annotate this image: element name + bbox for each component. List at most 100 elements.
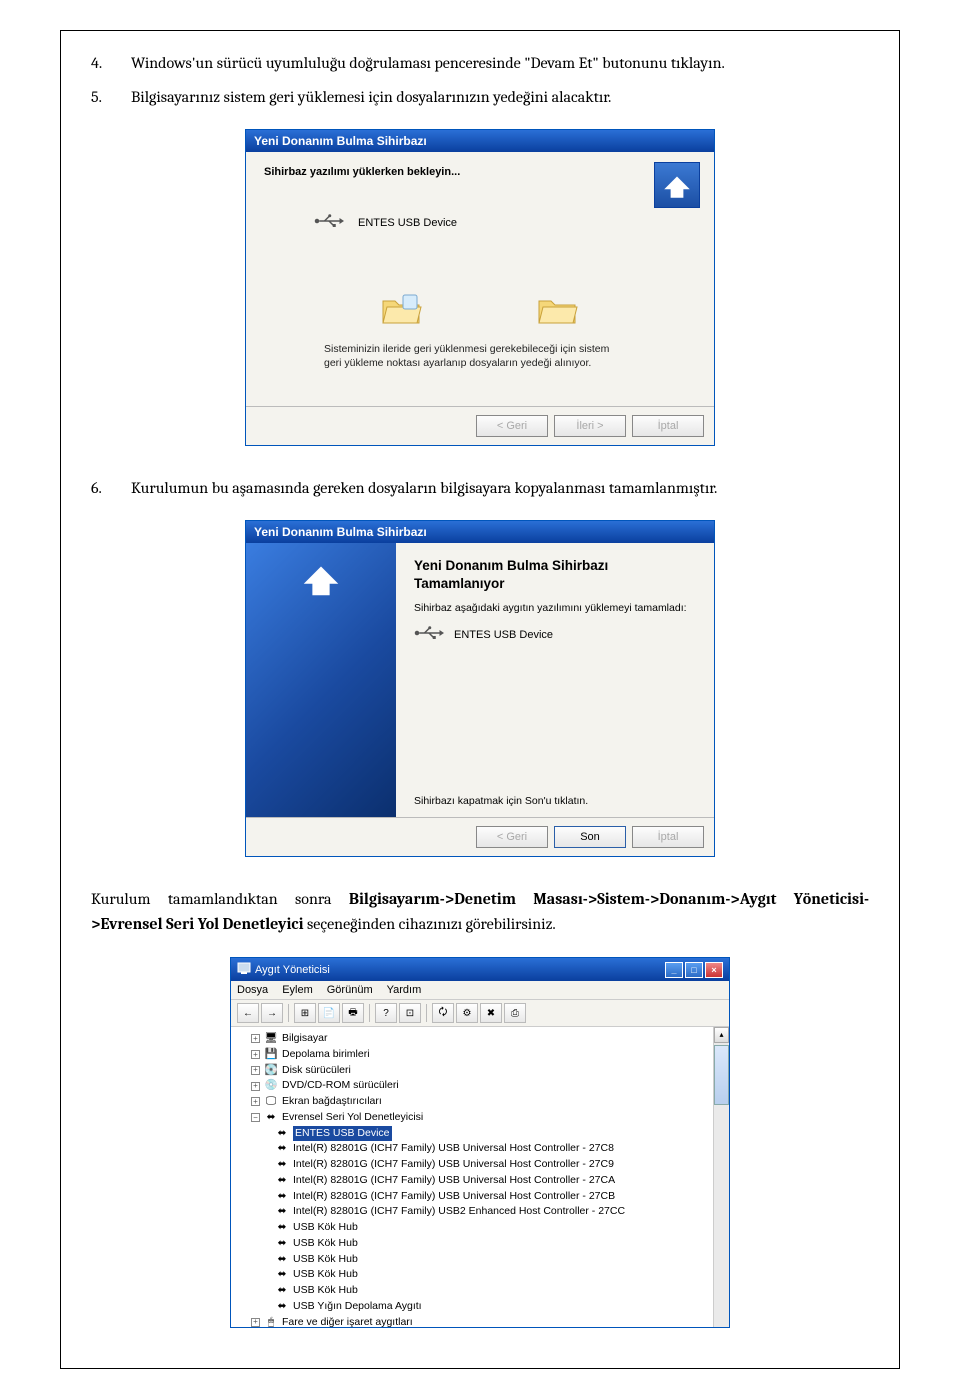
usb-icon — [414, 624, 444, 645]
expand-icon[interactable]: + — [251, 1097, 260, 1106]
expand-icon[interactable]: + — [251, 1050, 260, 1059]
wizard-dialog-progress: Yeni Donanım Bulma Sihirbazı Sihirbaz ya… — [245, 129, 715, 446]
usb-device-icon: ⬌ — [275, 1175, 289, 1187]
finish-button[interactable]: Son — [554, 826, 626, 848]
list-number: 4. — [91, 51, 131, 75]
post-t2: seçeneğinden cihazınızı görebilirsiniz. — [304, 915, 556, 933]
list-item-4: 4. Windows'un sürücü uyumluluğu doğrulam… — [91, 51, 869, 75]
tb-icon[interactable]: ⊡ — [399, 1003, 421, 1023]
tree-node[interactable]: DVD/CD-ROM sürücüleri — [282, 1078, 399, 1094]
devmgr-title-text: Aygıt Yöneticisi — [255, 964, 330, 976]
dialog-titlebar: Yeni Donanım Bulma Sihirbazı — [246, 521, 714, 543]
backup-line2: geri yükleme noktası ayarlanıp dosyaları… — [324, 357, 591, 369]
finish-heading: Yeni Donanım Bulma Sihirbazı Tamamlanıyo… — [414, 557, 696, 592]
tb-icon[interactable]: ⎙ — [504, 1003, 526, 1023]
usb-controller-icon: ⬌ — [264, 1112, 278, 1124]
scroll-up-icon[interactable]: ▴ — [714, 1027, 729, 1043]
tree-node[interactable]: USB Kök Hub — [293, 1252, 358, 1268]
usb-hub-icon: ⬌ — [275, 1238, 289, 1250]
device-manager-window: Aygıt Yöneticisi _ □ × Dosya Eylem Görün… — [230, 957, 730, 1328]
device-name: ENTES USB Device — [454, 629, 553, 641]
tree-node[interactable]: Fare ve diğer işaret aygıtları — [282, 1315, 413, 1328]
dialog-titlebar: Yeni Donanım Bulma Sihirbazı — [246, 130, 714, 152]
expand-icon[interactable]: + — [251, 1082, 260, 1091]
nav-fwd-icon[interactable]: → — [261, 1003, 283, 1023]
window-controls: _ □ × — [665, 962, 723, 978]
menu-file[interactable]: Dosya — [237, 984, 268, 996]
tb-icon[interactable]: ⚙ — [456, 1003, 478, 1023]
wizard-side-graphic — [246, 543, 396, 817]
tree-node[interactable]: Depolama birimleri — [282, 1047, 370, 1063]
expand-icon[interactable]: + — [251, 1318, 260, 1327]
cancel-button: İptal — [632, 415, 704, 437]
post-t1: Kurulum tamamlandıktan sonra — [91, 890, 349, 908]
finish-subtext: Sihirbaz aşağıdaki aygıtın yazılımını yü… — [414, 602, 696, 614]
menu-action[interactable]: Eylem — [282, 984, 313, 996]
devmgr-titlebar: Aygıt Yöneticisi _ □ × — [231, 958, 729, 981]
usb-device-icon: ⬌ — [275, 1143, 289, 1155]
finish-h1: Yeni Donanım Bulma Sihirbazı — [414, 558, 608, 573]
tree-node[interactable]: USB Kök Hub — [293, 1236, 358, 1252]
tree-node[interactable]: Intel(R) 82801G (ICH7 Family) USB Univer… — [293, 1189, 615, 1205]
cancel-button: İptal — [632, 826, 704, 848]
tb-icon[interactable]: ⊞ — [294, 1003, 316, 1023]
menu-view[interactable]: Görünüm — [327, 984, 373, 996]
tree-node[interactable]: Intel(R) 82801G (ICH7 Family) USB Univer… — [293, 1173, 615, 1189]
tree-node[interactable]: Intel(R) 82801G (ICH7 Family) USB Univer… — [293, 1141, 614, 1157]
tree-node[interactable]: Bilgisayar — [282, 1031, 328, 1047]
tb-print-icon[interactable]: 🖶 — [342, 1003, 364, 1023]
tree-node[interactable]: Intel(R) 82801G (ICH7 Family) USB2 Enhan… — [293, 1204, 625, 1220]
tree-node[interactable]: Evrensel Seri Yol Denetleyicisi — [282, 1110, 423, 1126]
tree-node[interactable]: Disk sürücüleri — [282, 1063, 351, 1079]
usb-device-icon: ⬌ — [275, 1206, 289, 1218]
tree-node[interactable]: Intel(R) 82801G (ICH7 Family) USB Univer… — [293, 1157, 614, 1173]
usb-device-icon: ⬌ — [275, 1127, 289, 1139]
toolbar: ← → ⊞ 📄 🖶 ? ⊡ 🗘 ⚙ ✖ ⎙ — [231, 1000, 729, 1027]
tb-help-icon[interactable]: ? — [375, 1003, 397, 1023]
folder-dest-icon — [537, 293, 579, 330]
device-tree[interactable]: ▴ +🖥Bilgisayar +💾Depolama birimleri +💽Di… — [231, 1027, 729, 1327]
list-number: 5. — [91, 85, 131, 109]
collapse-icon[interactable]: − — [251, 1113, 260, 1122]
tb-scan-icon[interactable]: 🗘 — [432, 1003, 454, 1023]
list-text: Bilgisayarınız sistem geri yüklemesi içi… — [131, 85, 869, 109]
tree-node[interactable]: USB Kök Hub — [293, 1220, 358, 1236]
next-button: İleri > — [554, 415, 626, 437]
expand-icon[interactable]: + — [251, 1034, 260, 1043]
back-button: < Geri — [476, 826, 548, 848]
maximize-icon[interactable]: □ — [685, 962, 703, 978]
scroll-thumb[interactable] — [714, 1045, 729, 1105]
minimize-icon[interactable]: _ — [665, 962, 683, 978]
backup-line1: Sisteminizin ileride geri yüklenmesi ger… — [324, 343, 609, 355]
tb-uninstall-icon[interactable]: ✖ — [480, 1003, 502, 1023]
tb-properties-icon[interactable]: 📄 — [318, 1003, 340, 1023]
tree-node[interactable]: USB Kök Hub — [293, 1267, 358, 1283]
expand-icon[interactable]: + — [251, 1066, 260, 1075]
tree-node[interactable]: USB Yığın Depolama Aygıtı — [293, 1299, 422, 1315]
menubar: Dosya Eylem Görünüm Yardım — [231, 981, 729, 1000]
scrollbar[interactable]: ▴ — [713, 1027, 729, 1327]
wait-message: Sihirbaz yazılımı yüklerken bekleyin... — [264, 166, 696, 178]
list-item-5: 5. Bilgisayarınız sistem geri yüklemesi … — [91, 85, 869, 109]
tree-node[interactable]: USB Kök Hub — [293, 1283, 358, 1299]
computer-icon: 🖥 — [264, 1033, 278, 1045]
device-name: ENTES USB Device — [358, 217, 457, 229]
close-hint: Sihirbazı kapatmak için Son'u tıklatın. — [414, 795, 696, 807]
page: 4. Windows'un sürücü uyumluluğu doğrulam… — [60, 30, 900, 1369]
mouse-icon: 🖱 — [264, 1316, 278, 1327]
backup-message: Sisteminizin ileride geri yüklenmesi ger… — [324, 342, 656, 370]
list-text: Kurulumun bu aşamasında gereken dosyalar… — [131, 476, 869, 500]
tree-node-selected[interactable]: ENTES USB Device — [293, 1126, 392, 1142]
finish-h2: Tamamlanıyor — [414, 576, 505, 591]
wizard-dialog-finish: Yeni Donanım Bulma Sihirbazı Yeni Donanı… — [245, 520, 715, 857]
list-item-6: 6. Kurulumun bu aşamasında gereken dosya… — [91, 476, 869, 500]
menu-help[interactable]: Yardım — [387, 984, 422, 996]
usb-hub-icon: ⬌ — [275, 1253, 289, 1265]
nav-back-icon[interactable]: ← — [237, 1003, 259, 1023]
dvd-icon: 💿 — [264, 1080, 278, 1092]
close-icon[interactable]: × — [705, 962, 723, 978]
storage-icon: 💾 — [264, 1049, 278, 1061]
tree-node[interactable]: Ekran bağdaştırıcıları — [282, 1094, 382, 1110]
usb-hub-icon: ⬌ — [275, 1222, 289, 1234]
usb-hub-icon: ⬌ — [275, 1285, 289, 1297]
